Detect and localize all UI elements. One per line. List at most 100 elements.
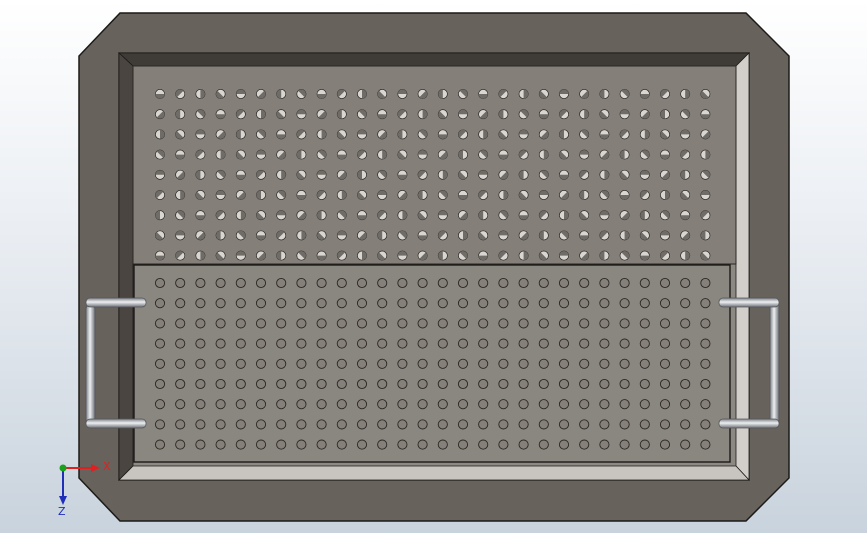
perforation-hole xyxy=(538,378,549,390)
triad-z-arrowhead xyxy=(59,496,67,505)
model-viewport[interactable]: X Z xyxy=(0,0,867,533)
perforation-hole xyxy=(457,378,469,390)
perforation-hole xyxy=(235,318,246,329)
perforation-hole xyxy=(397,318,408,329)
perforation-hole xyxy=(639,439,650,450)
perforation-hole xyxy=(215,439,226,450)
perforation-hole xyxy=(336,419,347,430)
perforation-hole xyxy=(619,338,630,349)
perforation-hole xyxy=(437,439,448,450)
perforation-hole xyxy=(437,318,448,329)
perforation-hole xyxy=(700,419,711,430)
perforation-hole xyxy=(579,277,590,289)
perforation-hole xyxy=(659,439,671,450)
perforation-hole xyxy=(154,399,166,410)
perforation-hole xyxy=(538,318,549,329)
perforation-hole xyxy=(377,298,388,309)
perforation-hole xyxy=(457,399,469,410)
perforation-hole xyxy=(235,419,246,430)
perforation-hole xyxy=(700,378,711,390)
perforation-hole xyxy=(316,338,327,349)
perforation-hole xyxy=(235,439,246,450)
perforation-hole xyxy=(498,358,509,369)
perforation-hole xyxy=(498,419,509,430)
perforation-hole xyxy=(296,419,307,430)
perforation-hole xyxy=(599,318,610,329)
perforation-hole xyxy=(195,338,206,349)
perforation-hole xyxy=(356,419,368,430)
perforation-hole xyxy=(579,298,590,309)
perforation-hole xyxy=(175,358,186,369)
perforation-hole xyxy=(619,277,630,289)
perforation-hole xyxy=(639,277,650,289)
perforation-hole xyxy=(377,338,388,349)
perforation-hole xyxy=(478,358,489,369)
perforation-hole xyxy=(215,338,226,349)
perforation-hole xyxy=(700,318,711,329)
perforation-hole xyxy=(316,358,327,369)
perforation-hole xyxy=(397,358,408,369)
perforation-hole xyxy=(276,338,287,349)
perforation-hole xyxy=(558,318,570,329)
perforation-hole xyxy=(518,439,529,450)
perforation-hole xyxy=(215,378,226,390)
perforation-hole xyxy=(215,399,226,410)
perforation-hole xyxy=(538,399,549,410)
perforation-hole xyxy=(599,419,610,430)
perforation-hole xyxy=(700,338,711,349)
inner-bevel-right xyxy=(735,52,750,482)
perforation-hole xyxy=(377,439,388,450)
perforation-hole xyxy=(316,419,327,430)
perforation-hole xyxy=(235,399,246,410)
perforation-hole xyxy=(175,277,186,289)
perforation-hole xyxy=(518,399,529,410)
perforation-hole xyxy=(417,318,428,329)
perforation-hole xyxy=(498,399,509,410)
perforation-hole xyxy=(255,298,267,309)
perforation-hole xyxy=(397,399,408,410)
perforation-hole xyxy=(255,378,267,390)
perforation-hole xyxy=(619,358,630,369)
perforation-hole xyxy=(478,318,489,329)
perforation-hole xyxy=(316,378,327,390)
perforation-hole xyxy=(154,338,166,349)
perforation-hole xyxy=(457,318,469,329)
perforation-hole xyxy=(296,358,307,369)
perforation-hole xyxy=(276,439,287,450)
perforation-hole xyxy=(599,378,610,390)
perforation-hole xyxy=(377,277,388,289)
perforation-hole xyxy=(417,378,428,390)
perforation-hole xyxy=(154,298,166,309)
perforation-hole xyxy=(255,439,267,450)
tray-model-canvas[interactable]: X Z xyxy=(0,0,867,533)
perforation-hole xyxy=(154,358,166,369)
perforation-hole xyxy=(498,277,509,289)
perforation-hole xyxy=(215,318,226,329)
perforation-hole xyxy=(276,277,287,289)
perforation-hole xyxy=(538,358,549,369)
perforation-hole xyxy=(619,318,630,329)
perforation-hole xyxy=(518,318,529,329)
perforation-hole xyxy=(417,338,428,349)
perforation-hole xyxy=(700,277,711,289)
perforation-hole xyxy=(619,378,630,390)
perforation-hole xyxy=(154,439,166,450)
perforation-hole xyxy=(255,419,267,430)
perforation-hole xyxy=(659,419,671,430)
perforation-hole xyxy=(175,338,186,349)
perforation-hole xyxy=(215,277,226,289)
triad-y-axis-point xyxy=(59,464,67,472)
perforation-hole xyxy=(316,277,327,289)
perforation-hole xyxy=(235,277,246,289)
perforation-hole xyxy=(175,399,186,410)
perforation-hole xyxy=(478,419,489,430)
perforation-hole xyxy=(478,378,489,390)
perforation-hole xyxy=(276,318,287,329)
perforation-hole xyxy=(579,338,590,349)
perforation-hole xyxy=(356,298,368,309)
perforation-hole xyxy=(558,338,570,349)
triad-x-label: X xyxy=(103,460,111,473)
perforation-hole xyxy=(579,358,590,369)
perforation-hole xyxy=(437,298,448,309)
perforation-hole xyxy=(659,358,671,369)
